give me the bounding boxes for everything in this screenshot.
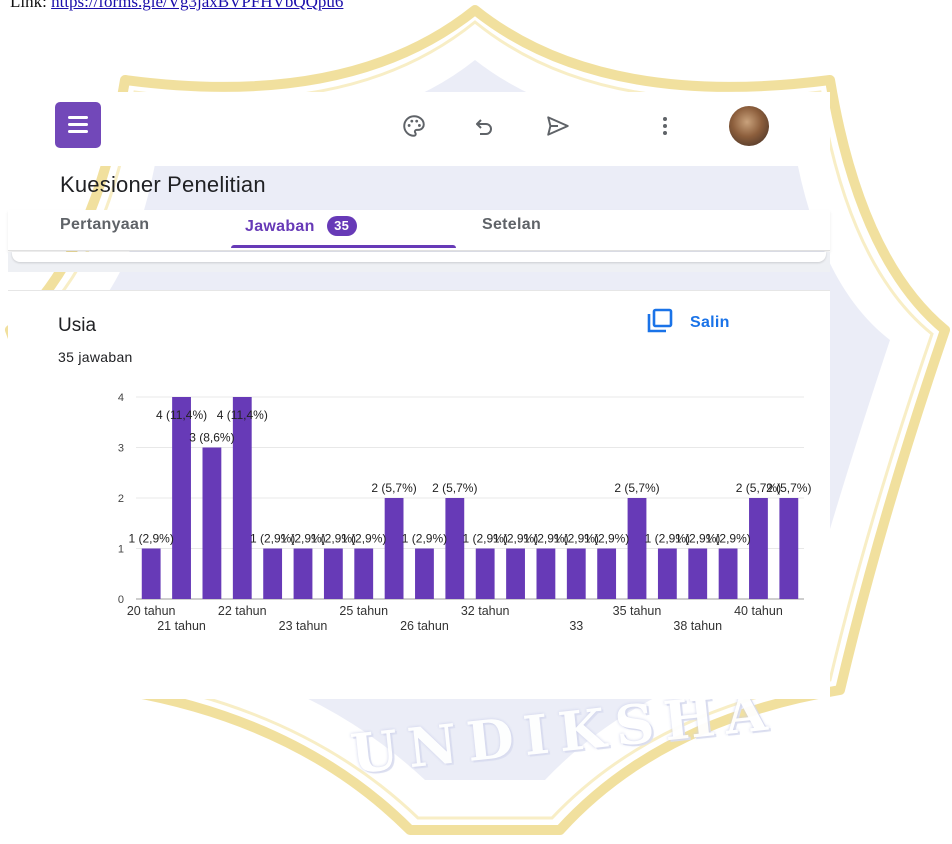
data-label: 2 (5,7%): [614, 481, 659, 495]
tab-label: Setelan: [482, 216, 542, 233]
forms-logo-icon[interactable]: [55, 102, 101, 148]
y-tick-label: 3: [118, 443, 124, 455]
data-label: 1 (2,9%): [341, 532, 386, 546]
bar: [172, 397, 191, 599]
tab-bar: Pertanyaan Jawaban 35 Setelan: [8, 210, 830, 251]
y-tick-label: 1: [118, 544, 124, 556]
copy-label: Salin: [690, 314, 730, 331]
bar: [384, 498, 404, 599]
bar: [141, 548, 161, 599]
x-tick-label: 25 tahun: [339, 604, 388, 618]
age-bar-chart: 0 1 2 3 4 1 (2,9%) 4 (11,4%) 3 (8,6%) 4 (11,4%) 1…: [118, 392, 812, 633]
y-tick-label: 4: [118, 392, 124, 404]
y-tick-label: 2: [118, 493, 124, 505]
bar: [779, 498, 799, 599]
more-vert-icon[interactable]: [645, 106, 685, 146]
tab-setelan[interactable]: Setelan: [482, 216, 541, 234]
top-toolbar: [8, 92, 830, 166]
bar: [202, 447, 222, 599]
bar: [415, 548, 434, 599]
bar: [354, 548, 374, 599]
x-tick-label: 40 tahun: [734, 604, 783, 618]
x-tick-label: 20 tahun: [127, 604, 176, 618]
data-label: 3 (8,6%): [189, 431, 234, 445]
x-tick-label: 33: [569, 619, 583, 633]
data-label: 1 (2,9%): [705, 532, 750, 546]
bar: [597, 548, 617, 599]
data-label: 2 (5,7%): [432, 481, 477, 495]
data-label: 2 (5,7%): [371, 481, 416, 495]
bar: [566, 548, 586, 599]
avatar[interactable]: [729, 106, 769, 146]
x-tick-label: 22 tahun: [218, 604, 267, 618]
question-title: Usia: [58, 315, 97, 336]
palette-icon[interactable]: [394, 106, 434, 146]
tab-label: Pertanyaan: [60, 216, 150, 233]
bar: [536, 548, 556, 599]
tab-jawaban[interactable]: Jawaban 35: [245, 216, 357, 236]
tab-pertanyaan[interactable]: Pertanyaan: [60, 216, 149, 234]
active-tab-indicator: [231, 245, 456, 248]
bar: [323, 548, 343, 599]
bar: [749, 498, 768, 599]
bar: [506, 548, 525, 599]
copy-chart-button[interactable]: Salin: [646, 305, 730, 341]
question-summary-card: Usia 35 jawaban Salin 0 1 2 3 4 1 (2,9%) 4 (11…: [8, 290, 830, 699]
x-tick-label: 35 tahun: [613, 604, 662, 618]
tab-label: Jawaban: [245, 218, 315, 235]
undo-icon[interactable]: [464, 106, 504, 146]
response-count: 35 jawaban: [58, 349, 133, 365]
bar: [293, 548, 313, 599]
data-label: 1 (2,9%): [402, 532, 447, 546]
previous-card-edge: [12, 252, 826, 262]
y-tick-label: 0: [118, 594, 124, 606]
x-tick-label: 23 tahun: [279, 619, 328, 633]
forms-screenshot: Kuesioner Penelitian Pertanyaan Jawaban 3…: [8, 92, 830, 699]
bar: [627, 498, 647, 599]
bar: [657, 548, 677, 599]
data-label: 1 (2,9%): [584, 532, 629, 546]
copy-icon: [646, 308, 674, 339]
x-tick-label: 32 tahun: [461, 604, 510, 618]
bar: [263, 548, 283, 599]
data-label: 2 (5,7%): [766, 481, 811, 495]
data-label: 4 (11,4%): [217, 408, 268, 422]
data-label: 1 (2,9%): [129, 532, 174, 546]
x-tick-label: 26 tahun: [400, 619, 449, 633]
bar: [445, 498, 465, 599]
data-label: 4 (11,4%): [156, 408, 207, 422]
bar: [475, 548, 495, 599]
bar: [688, 548, 708, 599]
responses-count-badge: 35: [326, 216, 357, 236]
bar: [232, 397, 252, 599]
form-title: Kuesioner Penelitian: [60, 172, 266, 197]
bar: [718, 548, 738, 599]
x-tick-label: 38 tahun: [673, 619, 722, 633]
x-tick-label: 21 tahun: [157, 619, 206, 633]
send-icon[interactable]: [538, 106, 578, 146]
